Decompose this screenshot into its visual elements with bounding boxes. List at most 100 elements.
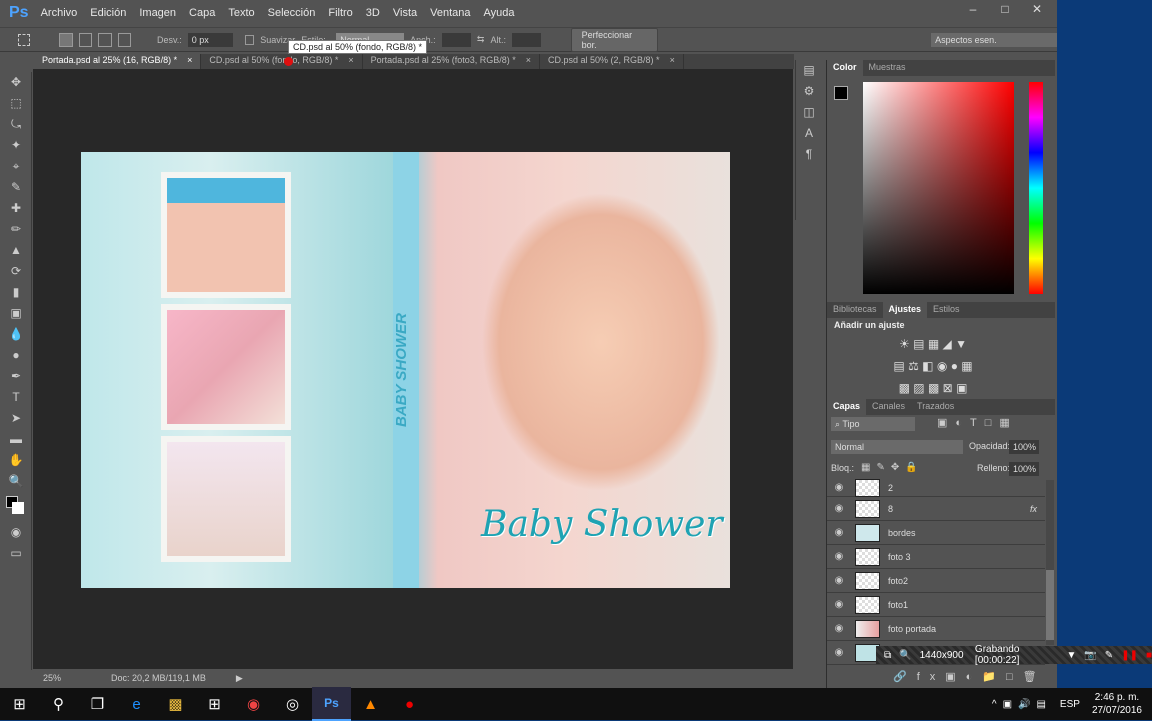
eye-icon[interactable]: ◉ bbox=[827, 503, 851, 514]
edge-icon[interactable]: e bbox=[117, 696, 156, 713]
eye-icon[interactable]: ◉ bbox=[827, 482, 851, 493]
file-explorer-icon[interactable]: ▩ bbox=[156, 695, 195, 713]
hue-slider[interactable] bbox=[1029, 82, 1043, 294]
blur-tool-icon[interactable]: 💧 bbox=[0, 324, 32, 345]
tab-portada-16[interactable]: Portada.psd al 25% (16, RGB/8) * × bbox=[34, 54, 202, 69]
bw-icon[interactable]: ◧ bbox=[922, 359, 933, 373]
layer-row[interactable]: ◉ bordes bbox=[827, 521, 1045, 545]
marquee-tool-icon[interactable]: ⬚ bbox=[0, 93, 32, 114]
zoom-level[interactable]: 25% bbox=[43, 673, 61, 683]
type-tool-icon[interactable]: T bbox=[0, 387, 32, 408]
add-selection-icon[interactable] bbox=[78, 32, 93, 47]
tab-cd-2[interactable]: CD.psd al 50% (2, RGB/8) * × bbox=[540, 54, 684, 69]
brightness-icon[interactable]: ☀ bbox=[899, 337, 910, 351]
foreground-color-swatch[interactable] bbox=[834, 86, 848, 100]
eyedropper-icon[interactable]: ✎ bbox=[0, 177, 32, 198]
hue-sat-icon[interactable]: ▤ bbox=[893, 359, 904, 373]
region-icon[interactable]: ⧉ bbox=[884, 650, 891, 661]
tab-trazados[interactable]: Trazados bbox=[911, 399, 960, 415]
layer-footer-icons[interactable]: 🔗fx▣◐📁□🗑 bbox=[893, 670, 1047, 683]
invert-icon[interactable]: ▩ bbox=[899, 381, 910, 395]
color-picker-field[interactable] bbox=[863, 82, 1014, 294]
dodge-tool-icon[interactable]: ● bbox=[0, 345, 32, 366]
layer-row[interactable]: ◉ foto portada bbox=[827, 617, 1045, 641]
language-indicator[interactable]: ESP bbox=[1060, 699, 1080, 710]
intersect-selection-icon[interactable] bbox=[117, 32, 132, 47]
minimize-button[interactable]: – bbox=[958, 0, 988, 18]
eye-icon[interactable]: ◉ bbox=[827, 647, 851, 658]
tab-capas[interactable]: Capas bbox=[827, 399, 867, 415]
pen-icon[interactable]: ✎ bbox=[1105, 650, 1113, 661]
move-tool-icon[interactable]: ✥ bbox=[0, 72, 32, 93]
chrome-icon[interactable]: ◉ bbox=[234, 695, 273, 713]
menu-seleccion[interactable]: Selección bbox=[268, 7, 316, 19]
alt-input[interactable] bbox=[511, 32, 542, 47]
screen-mode-icon[interactable]: ▭ bbox=[0, 543, 32, 564]
path-select-icon[interactable]: ➤ bbox=[0, 408, 32, 429]
quick-mask-icon[interactable]: ◉ bbox=[0, 522, 32, 543]
color-lookup-icon[interactable]: ▦ bbox=[961, 359, 972, 373]
search-icon[interactable]: ⚲ bbox=[39, 695, 78, 713]
suavizar-checkbox[interactable] bbox=[244, 34, 255, 45]
tab-portada-foto3[interactable]: Portada.psd al 25% (foto3, RGB/8) * × bbox=[363, 54, 541, 69]
lasso-tool-icon[interactable]: ⤿ bbox=[0, 114, 32, 135]
blend-mode-select[interactable]: Normal bbox=[831, 440, 963, 454]
close-tab-icon[interactable]: × bbox=[670, 55, 675, 65]
menu-archivo[interactable]: Archivo bbox=[41, 7, 78, 19]
vlc-icon[interactable]: ▲ bbox=[351, 696, 390, 713]
menu-3d[interactable]: 3D bbox=[366, 7, 380, 19]
app-icon[interactable]: ◎ bbox=[273, 695, 312, 713]
layer-row[interactable]: ◉ foto1 bbox=[827, 593, 1045, 617]
pen-tool-icon[interactable]: ✒ bbox=[0, 366, 32, 387]
layer-row[interactable]: ◉ 8 fx bbox=[827, 497, 1045, 521]
menu-imagen[interactable]: Imagen bbox=[139, 7, 176, 19]
tab-estilos[interactable]: Estilos bbox=[927, 302, 966, 318]
clone-source-icon[interactable]: ◫ bbox=[796, 102, 822, 123]
gradient-map-icon[interactable]: ▣ bbox=[956, 381, 967, 395]
anch-input[interactable] bbox=[441, 32, 471, 47]
start-icon[interactable]: ⊞ bbox=[0, 695, 39, 713]
status-menu-arrow-icon[interactable]: ▶ bbox=[236, 673, 243, 684]
refine-edge-button[interactable]: Perfeccionar bor. bbox=[570, 27, 659, 52]
vibrance-icon[interactable]: ▼ bbox=[955, 337, 967, 351]
tray-icons[interactable]: ^▣🔊▤ bbox=[992, 699, 1052, 710]
eraser-tool-icon[interactable]: ▮ bbox=[0, 282, 32, 303]
tab-bibliotecas[interactable]: Bibliotecas bbox=[827, 302, 883, 318]
layer-row[interactable]: ◉ foto2 bbox=[827, 569, 1045, 593]
tab-ajustes[interactable]: Ajustes bbox=[882, 302, 928, 318]
swap-icon[interactable]: ⇆ bbox=[477, 34, 485, 45]
menu-edicion[interactable]: Edición bbox=[90, 7, 126, 19]
properties-panel-icon[interactable]: ⚙ bbox=[796, 81, 822, 102]
posterize-icon[interactable]: ▨ bbox=[913, 381, 924, 395]
menu-ventana[interactable]: Ventana bbox=[430, 7, 470, 19]
eye-icon[interactable]: ◉ bbox=[827, 527, 851, 538]
paragraph-panel-icon[interactable]: ¶ bbox=[796, 144, 822, 165]
zoom-tool-icon[interactable]: 🔍 bbox=[0, 471, 32, 492]
document-canvas[interactable]: BABY SHOWER Baby Shower bbox=[81, 152, 730, 588]
pause-icon[interactable]: ❚❚ bbox=[1121, 650, 1138, 661]
close-tab-icon[interactable]: × bbox=[526, 55, 531, 65]
layer-filter-select[interactable]: ⌕ Tipo bbox=[831, 417, 915, 431]
history-panel-icon[interactable]: ▤ bbox=[796, 60, 822, 81]
eye-icon[interactable]: ◉ bbox=[827, 599, 851, 610]
hand-tool-icon[interactable]: ✋ bbox=[0, 450, 32, 471]
close-tab-icon[interactable]: × bbox=[187, 55, 192, 65]
close-button[interactable]: ✕ bbox=[1022, 0, 1052, 18]
layer-row[interactable]: ◉ 2 bbox=[827, 478, 1045, 497]
color-swatches-icon[interactable] bbox=[0, 492, 32, 522]
history-brush-icon[interactable]: ⟳ bbox=[0, 261, 32, 282]
desv-input[interactable]: 0 px bbox=[187, 32, 233, 47]
zoom-icon[interactable]: 🔍 bbox=[899, 650, 911, 661]
new-selection-icon[interactable] bbox=[59, 32, 73, 47]
layer-row[interactable]: ◉ foto 3 bbox=[827, 545, 1045, 569]
tab-cd-fondo[interactable]: CD.psd al 50% (fondo, RGB/8) * × bbox=[201, 54, 363, 69]
recorder-icon[interactable]: ● bbox=[390, 696, 429, 713]
healing-brush-icon[interactable]: ✚ bbox=[0, 198, 32, 219]
close-tab-icon[interactable]: × bbox=[348, 55, 353, 65]
shape-tool-icon[interactable]: ▬ bbox=[0, 429, 32, 450]
store-icon[interactable]: ⊞ bbox=[195, 695, 234, 713]
eye-icon[interactable]: ◉ bbox=[827, 623, 851, 634]
task-view-icon[interactable]: ❐ bbox=[78, 695, 117, 713]
photoshop-taskbar-icon[interactable]: Ps bbox=[312, 687, 351, 721]
curves-icon[interactable]: ▦ bbox=[928, 337, 939, 351]
